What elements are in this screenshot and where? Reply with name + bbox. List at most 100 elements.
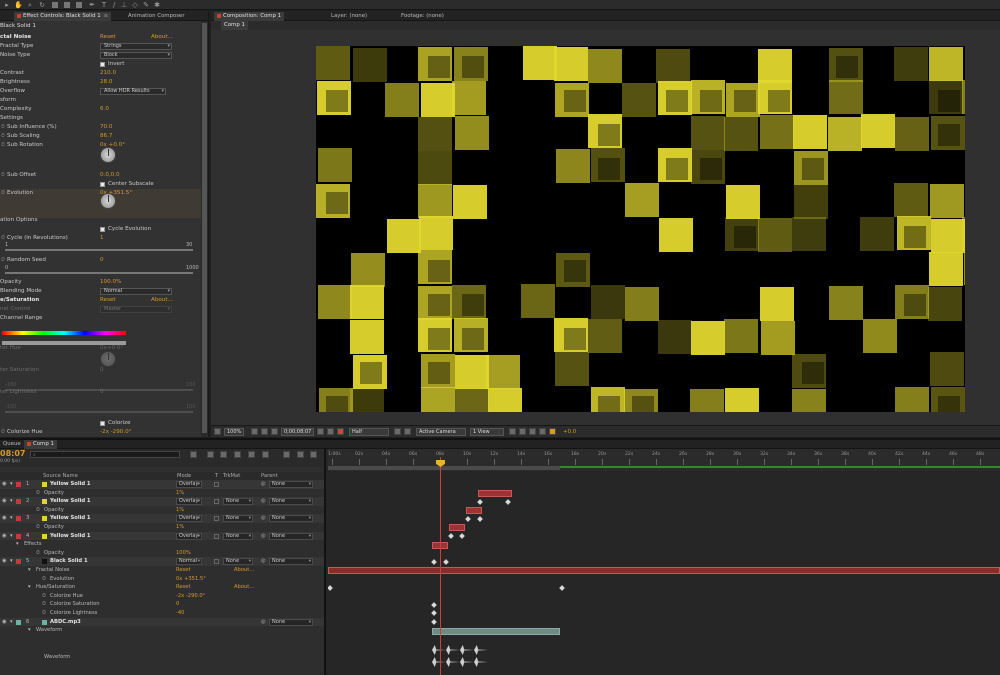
visibility-eye-icon[interactable]: ◉	[2, 514, 7, 523]
value-slider[interactable]	[5, 411, 193, 413]
snapshot-icon[interactable]	[317, 428, 324, 435]
track-row[interactable]	[328, 541, 1000, 550]
effect-row[interactable]: Contrast 210.0	[0, 69, 208, 78]
parent-dropdown[interactable]: None	[269, 481, 313, 488]
tab-comp-timeline[interactable]: Comp 1	[24, 440, 57, 449]
property-row[interactable]: Waveform	[0, 647, 324, 675]
layer-row[interactable]: ◉▾ 1 Yellow Solid 1 Overlay ◎None	[0, 480, 324, 489]
hand-tool-icon[interactable]: ✋	[14, 1, 23, 9]
layer-row[interactable]: ◉▾4Yellow Solid 1OverlayNone◎None	[0, 531, 324, 541]
eraser-tool-icon[interactable]: ◇	[131, 1, 139, 9]
track-row[interactable]	[328, 523, 1000, 532]
expand-twirl-icon[interactable]: ▾	[10, 532, 13, 541]
toggle-transparency-icon[interactable]	[394, 428, 401, 435]
parent-dropdown[interactable]: None	[269, 532, 313, 540]
effect-value[interactable]: -2x -290.0°	[100, 428, 132, 437]
type-tool-icon[interactable]: T	[100, 1, 108, 9]
stopwatch-icon[interactable]: ⏱	[1, 428, 5, 437]
effect-row[interactable]: ⏱ Cycle (in Revolutions) 1	[0, 234, 208, 243]
effect-value[interactable]: 28.0	[100, 78, 112, 87]
keyframe-marker[interactable]	[448, 533, 454, 539]
layer-name[interactable]: Black Solid 1	[50, 557, 88, 566]
shy-layers-icon[interactable]	[234, 451, 241, 458]
track-row[interactable]	[328, 498, 1000, 507]
property-row[interactable]: ⏱ Opacity 1%	[0, 523, 324, 532]
always-preview-icon[interactable]	[214, 428, 221, 435]
property-value[interactable]: 0	[176, 600, 179, 609]
track-row[interactable]	[328, 515, 1000, 524]
effect-row[interactable]: ter Saturation 0	[0, 366, 208, 375]
timeline-icon[interactable]	[529, 428, 536, 435]
effect-value[interactable]: 210.0	[100, 69, 116, 78]
toggle-pixel-aspect-icon[interactable]	[509, 428, 516, 435]
effect-row[interactable]: sform	[0, 96, 208, 105]
value-slider[interactable]	[5, 389, 193, 391]
effect-value[interactable]: 86.7	[100, 132, 112, 141]
tab-animation-composer[interactable]: Animation Composer	[125, 12, 188, 21]
layer-duration-bar[interactable]	[466, 507, 482, 515]
property-row[interactable]: ⏱ Colorize Saturation 0	[0, 600, 324, 609]
tab-footage[interactable]: Footage: (none)	[398, 12, 447, 21]
parent-dropdown[interactable]: None	[269, 515, 313, 523]
preserve-transparency-checkbox[interactable]	[214, 559, 219, 565]
visibility-eye-icon[interactable]: ◉	[2, 497, 7, 506]
show-snapshot-icon[interactable]	[327, 428, 334, 435]
track-row[interactable]	[328, 618, 1000, 627]
parent-pickwhip-icon[interactable]: ◎	[261, 480, 266, 489]
expand-twirl-icon[interactable]: ▾	[10, 497, 13, 506]
expand-twirl-icon[interactable]: ▾	[16, 540, 19, 549]
stopwatch-icon[interactable]: ⏱	[1, 189, 5, 198]
parent-dropdown[interactable]: None	[269, 618, 313, 626]
blend-mode-dropdown[interactable]: Overlay	[176, 498, 202, 506]
effect-dropdown[interactable]: Normal	[100, 288, 172, 295]
effect-row[interactable]: Overflow Allow HDR Results	[0, 87, 208, 96]
blend-mode-dropdown[interactable]: Overlay	[176, 515, 202, 523]
effect-row[interactable]: ⏱ Random Seed 0	[0, 256, 208, 265]
clone-stamp-tool-icon[interactable]: ⊥	[120, 1, 128, 9]
keyframe-marker[interactable]	[431, 619, 437, 625]
camera-tool-icon[interactable]	[52, 2, 58, 8]
work-area-bar[interactable]	[328, 466, 560, 470]
property-row[interactable]: ⏱ Opacity 1%	[0, 489, 324, 498]
stopwatch-icon[interactable]: ⏱	[1, 141, 5, 150]
effect-value[interactable]: 0	[100, 256, 104, 265]
effect-row[interactable]: ⏱ Sub Influence (%) 70.0	[0, 123, 208, 132]
effect-row[interactable]: Blending Mode Normal	[0, 287, 208, 296]
stopwatch-icon[interactable]: ⏱	[1, 171, 5, 180]
property-value[interactable]: Reset	[176, 566, 191, 575]
pen-tool-icon[interactable]: ✒	[88, 1, 96, 9]
selection-tool-icon[interactable]: ▸	[3, 1, 11, 9]
comp-flowchart-icon[interactable]	[539, 428, 546, 435]
value-slider[interactable]	[5, 249, 193, 251]
track-row[interactable]	[328, 656, 1000, 665]
grid-guides-icon[interactable]	[251, 428, 258, 435]
keyframe-marker[interactable]	[465, 515, 471, 522]
effect-row[interactable]: Complexity 6.0	[0, 105, 208, 114]
tab-composition[interactable]: Composition: Comp 1	[214, 12, 285, 21]
tab-effect-controls[interactable]: Effect Controls: Black Solid 1 ≡	[14, 12, 112, 21]
effect-value[interactable]: 1	[100, 234, 104, 243]
effect-row[interactable]: ation Options	[0, 216, 208, 225]
trkmat-dropdown[interactable]: None	[223, 532, 253, 540]
fast-previews-icon[interactable]	[519, 428, 526, 435]
expand-twirl-icon[interactable]: ▾	[28, 626, 31, 635]
keyframe-marker[interactable]	[477, 515, 483, 522]
parent-dropdown[interactable]: None	[269, 558, 313, 566]
effect-row[interactable]: Settings	[0, 114, 208, 123]
layer-search-input[interactable]: ⌕	[30, 451, 180, 458]
keyframe-marker[interactable]	[459, 533, 465, 539]
layer-duration-bar[interactable]	[328, 567, 1000, 575]
preserve-transparency-checkbox[interactable]	[214, 499, 219, 505]
mask-tool-icon[interactable]	[76, 2, 82, 8]
stopwatch-icon[interactable]: ⏱	[1, 132, 5, 141]
effect-row[interactable]: ⏱ Sub Offset 0.0,0.0	[0, 171, 208, 180]
layer-row[interactable]: ◉ ▾ 6 ABDC.mp3 ◎ None	[0, 617, 324, 627]
property-value[interactable]: 1%	[176, 489, 184, 498]
keyframe-marker[interactable]	[431, 601, 437, 608]
angle-dial[interactable]	[100, 193, 116, 209]
blend-mode-dropdown[interactable]: Overlay	[176, 532, 202, 540]
layer-name[interactable]: Yellow Solid 1	[50, 480, 91, 489]
preserve-transparency-checkbox[interactable]	[214, 533, 219, 539]
track-row[interactable]	[328, 584, 1000, 593]
stopwatch-icon[interactable]: ⏱	[36, 549, 40, 558]
